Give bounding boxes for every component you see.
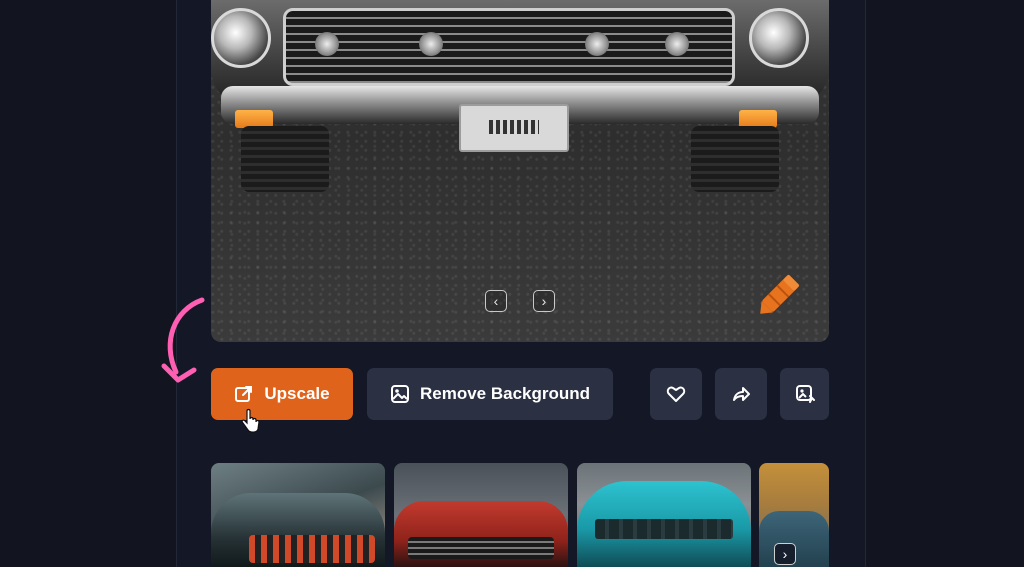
car-headlight — [749, 8, 809, 68]
share-icon — [733, 387, 750, 401]
edit-image-button[interactable] — [780, 368, 829, 420]
previous-image-button[interactable]: ‹ — [485, 290, 507, 312]
car-grille-light — [585, 32, 609, 56]
license-plate — [459, 104, 569, 152]
chevron-left-icon: ‹ — [493, 293, 499, 309]
heart-icon — [666, 386, 686, 402]
generated-image[interactable] — [211, 0, 829, 342]
image-edit-icon — [795, 385, 815, 403]
remove-background-button[interactable]: Remove Background — [367, 368, 613, 420]
upscale-label: Upscale — [264, 384, 330, 403]
chevron-right-icon: › — [782, 546, 788, 562]
external-link-icon — [235, 386, 253, 402]
car-grille-light — [315, 32, 339, 56]
car-grille-light — [419, 32, 443, 56]
annotation-arrow-icon — [161, 297, 205, 383]
thumbnail-image[interactable] — [394, 463, 568, 567]
car-tire — [691, 126, 779, 192]
next-image-button[interactable]: › — [533, 290, 555, 312]
next-thumbnails-button[interactable]: › — [774, 543, 796, 565]
chevron-right-icon: › — [541, 293, 547, 309]
thumbnail-image[interactable] — [211, 463, 385, 567]
image-icon — [390, 385, 409, 403]
car-headlight — [211, 8, 271, 68]
share-button[interactable] — [715, 368, 767, 420]
car-grille-light — [665, 32, 689, 56]
thumbnail-image[interactable] — [577, 463, 751, 567]
car-tire — [241, 126, 329, 192]
remove-background-label: Remove Background — [419, 384, 591, 403]
like-button[interactable] — [650, 368, 702, 420]
upscale-button[interactable]: Upscale — [211, 368, 353, 420]
pencil-icon[interactable] — [748, 262, 812, 326]
hand-cursor-icon — [241, 408, 260, 433]
